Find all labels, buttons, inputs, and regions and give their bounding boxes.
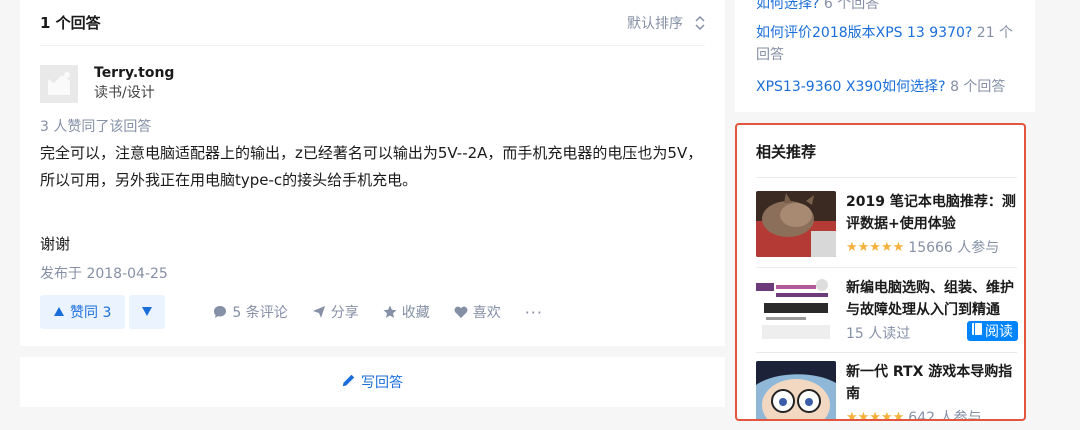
avatar[interactable] xyxy=(40,65,78,103)
vote-up-label: 赞同 3 xyxy=(70,305,112,321)
write-answer-card: 写回答 xyxy=(20,357,725,407)
answer-content: 完全可以，注意电脑适配器上的输出，z已经著名可以输出为5V--2A，而手机充电器… xyxy=(40,144,703,189)
comment-label: 5 条评论 xyxy=(232,305,288,321)
related-question-count: 6 个回答 xyxy=(823,0,880,12)
recommend-item[interactable]: 新编电脑选购、组装、维护与故障处理从入门到精通 15 人读过 阅读 xyxy=(756,277,1018,357)
related-question-item[interactable]: XPS13-9360 X390如何选择? 8 个回答 xyxy=(756,76,1018,98)
share-label: 分享 xyxy=(330,305,359,321)
vote-count-text: 3 人赞同了该回答 xyxy=(40,119,152,135)
read-button[interactable]: 阅读 xyxy=(967,321,1018,341)
author-name[interactable]: Terry.tong xyxy=(94,65,174,81)
sort-dropdown[interactable]: 默认排序 xyxy=(627,13,705,33)
sort-label: 默认排序 xyxy=(627,16,683,32)
write-answer-button[interactable]: 写回答 xyxy=(342,372,403,392)
answer-actions: 赞同 3 5 条评论 分享 收藏 喜欢 ··· xyxy=(40,295,543,329)
related-question-title: 如何选择? xyxy=(756,0,820,12)
recommend-card: 相关推荐 2019 笔记本电脑推荐：测评数据+使用体验 ★★★★★ 15666 … xyxy=(735,123,1026,421)
publish-date[interactable]: 发布于 2018-04-25 xyxy=(40,263,168,283)
star-icon xyxy=(383,305,397,319)
related-questions-card: 如何选择? 6 个回答 如何评价2018版本XPS 13 9370? 21 个回… xyxy=(735,0,1035,112)
comment-button[interactable]: 5 条评论 xyxy=(213,302,288,322)
recommend-item-meta: ★★★★★ 15666 人参与 xyxy=(846,237,999,257)
book-icon xyxy=(972,323,982,339)
recommend-item-meta: ★★★★★ 642 人参与 xyxy=(846,407,982,421)
related-question-item[interactable]: 如何选择? 6 个回答 xyxy=(756,0,1018,15)
share-icon xyxy=(312,305,326,319)
recommend-thumbnail xyxy=(756,361,836,419)
divider xyxy=(756,267,1017,268)
related-question-item[interactable]: 如何评价2018版本XPS 13 9370? 21 个回答 xyxy=(756,22,1018,66)
heart-icon xyxy=(454,305,468,319)
write-answer-label: 写回答 xyxy=(361,375,403,391)
comment-icon xyxy=(213,305,227,319)
divider xyxy=(756,352,1017,353)
recommend-item-title: 2019 笔记本电脑推荐：测评数据+使用体验 xyxy=(846,194,1016,232)
related-question-title: 如何评价2018版本XPS 13 9370? xyxy=(756,25,973,41)
recommend-item[interactable]: 2019 笔记本电脑推荐：测评数据+使用体验 ★★★★★ 15666 人参与 xyxy=(756,191,1018,271)
triangle-up-icon xyxy=(54,304,64,320)
sort-chevron-icon xyxy=(695,16,705,30)
recommend-title: 相关推荐 xyxy=(756,143,817,161)
related-question-count: 8 个回答 xyxy=(950,79,1006,95)
like-button[interactable]: 喜欢 xyxy=(454,302,501,322)
recommend-thumbnail xyxy=(756,191,836,257)
vote-up-button[interactable]: 赞同 3 xyxy=(40,295,126,329)
recommend-item-meta: 15 人读过 xyxy=(846,323,910,343)
pencil-icon xyxy=(342,374,355,391)
like-label: 喜欢 xyxy=(472,305,501,321)
read-button-label: 阅读 xyxy=(985,324,1013,340)
recommend-item-title: 新编电脑选购、组装、维护与故障处理从入门到精通 xyxy=(846,280,1014,318)
related-question-title: XPS13-9360 X390如何选择? xyxy=(756,79,946,95)
collect-label: 收藏 xyxy=(401,305,430,321)
recommend-item-title: 新一代 RTX 游戏本导购指南 xyxy=(846,364,1013,402)
answer-header: 1 个回答 默认排序 xyxy=(40,0,705,46)
participants-count: 642 人参与 xyxy=(908,410,982,421)
divider xyxy=(756,177,1017,178)
rating-stars: ★★★★★ xyxy=(846,409,905,421)
recommend-item[interactable]: 新一代 RTX 游戏本导购指南 ★★★★★ 642 人参与 xyxy=(756,361,1018,421)
rating-stars: ★★★★★ xyxy=(846,239,905,255)
answer-card: 1 个回答 默认排序 Terry.tong 读书/设计 3 人赞同了该回答 完全… xyxy=(20,0,725,346)
participants-count: 15666 人参与 xyxy=(908,240,1000,256)
triangle-down-icon xyxy=(142,305,153,319)
recommend-thumbnail xyxy=(756,277,836,343)
more-options-button[interactable]: ··· xyxy=(525,303,543,322)
readers-count: 15 人读过 xyxy=(846,326,911,342)
vote-down-button[interactable] xyxy=(129,295,166,329)
author-info: Terry.tong 读书/设计 xyxy=(40,65,174,103)
author-bio: 读书/设计 xyxy=(94,85,155,101)
answer-count: 1 个回答 xyxy=(40,14,101,32)
share-button[interactable]: 分享 xyxy=(312,302,359,322)
collect-button[interactable]: 收藏 xyxy=(383,302,430,322)
answer-content-thanks: 谢谢 xyxy=(40,235,71,253)
